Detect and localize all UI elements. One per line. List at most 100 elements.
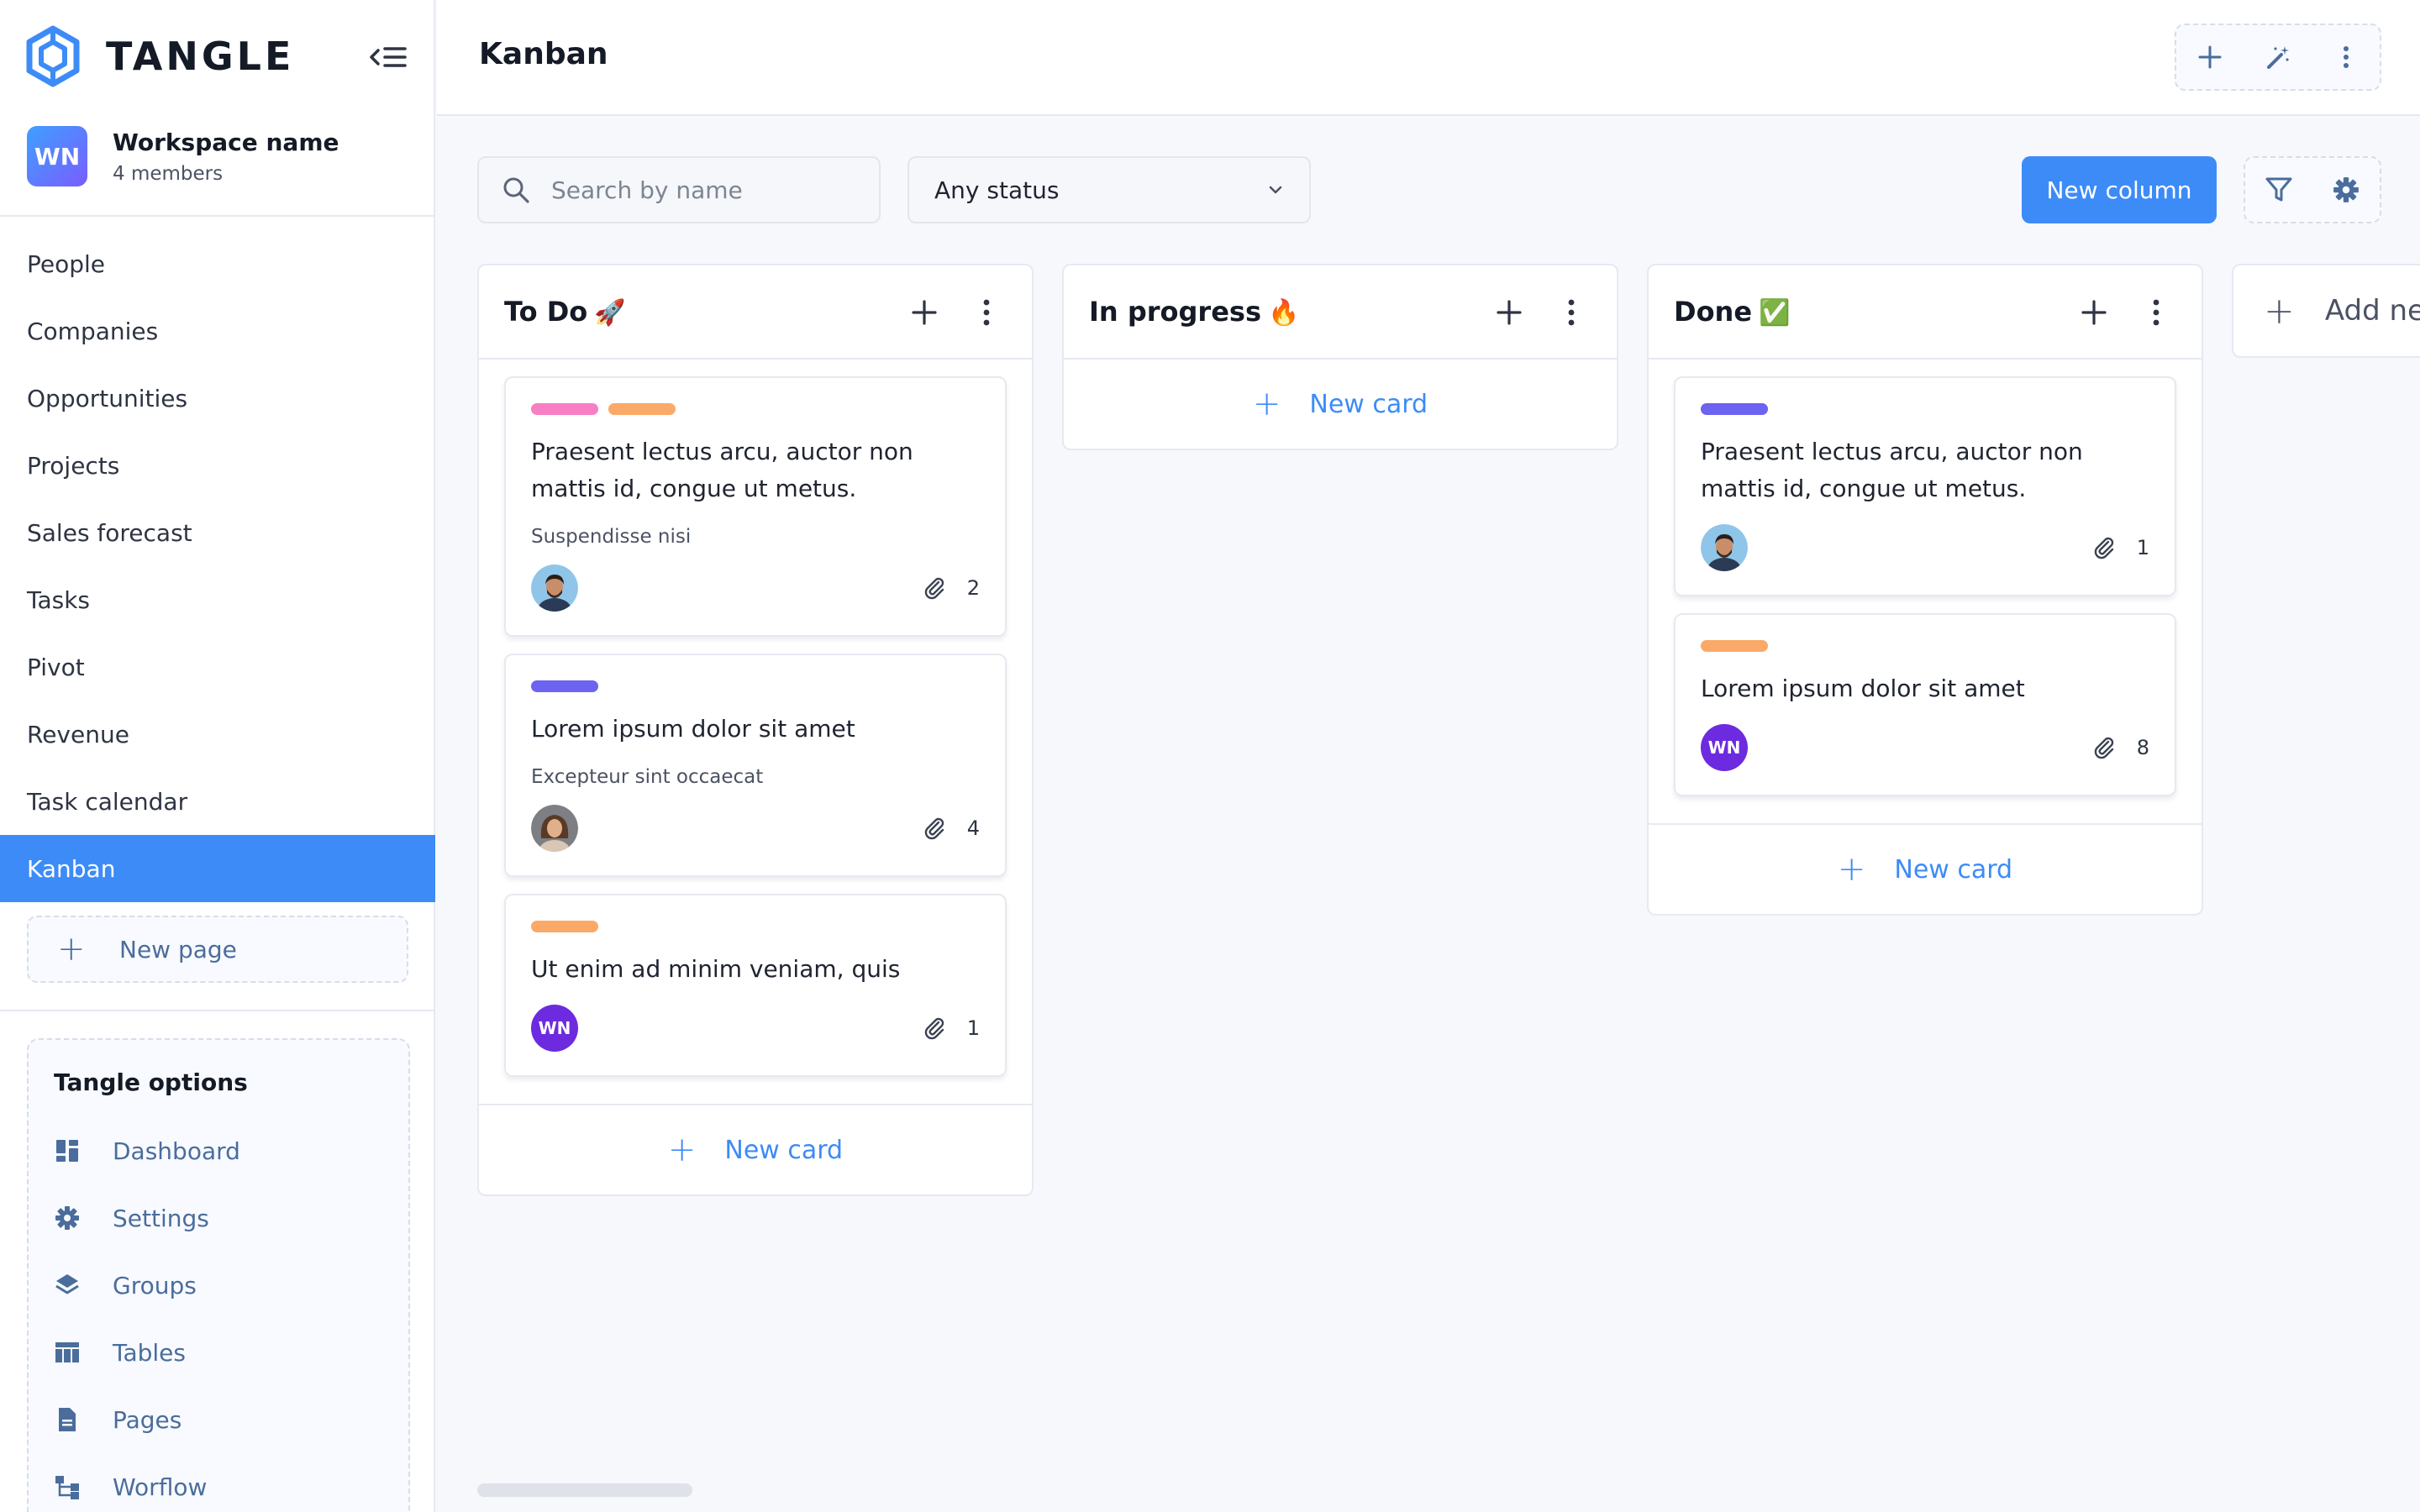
attachment-number: 1 <box>966 1016 980 1040</box>
chevron-down-icon <box>1269 186 1282 194</box>
sidebar-item-revenue[interactable]: Revenue <box>0 701 435 768</box>
new-page-button[interactable]: + New page <box>27 916 408 983</box>
search-input[interactable] <box>551 176 871 204</box>
card-footer: WN 8 <box>1701 724 2149 771</box>
option-label: Worflow <box>113 1473 208 1501</box>
collapse-sidebar-icon[interactable] <box>368 40 408 74</box>
new-card-button[interactable]: + New card <box>479 1104 1032 1194</box>
add-card-icon[interactable] <box>2074 292 2114 333</box>
new-card-button[interactable]: + New card <box>1649 823 2202 914</box>
sidebar-item-companies[interactable]: Companies <box>0 297 435 365</box>
search-icon <box>503 177 529 203</box>
sidebar-item-pivot[interactable]: Pivot <box>0 633 435 701</box>
card-footer: WN 1 <box>531 1005 980 1052</box>
sidebar-item-projects[interactable]: Projects <box>0 432 435 499</box>
sidebar-item-opportunities[interactable]: Opportunities <box>0 365 435 432</box>
option-dashboard[interactable]: Dashboard <box>54 1117 240 1184</box>
add-icon[interactable] <box>2186 34 2233 81</box>
new-page-label: New page <box>119 935 237 963</box>
new-card-label: New card <box>1309 389 1428 419</box>
more-vertical-icon[interactable] <box>1551 292 1591 333</box>
attachment-count: 4 <box>922 816 980 841</box>
tangle-options-panel: Tangle options Dashboard Settings Groups… <box>27 1038 410 1512</box>
option-settings[interactable]: Settings <box>54 1184 240 1252</box>
brand: TANGLE <box>25 25 294 87</box>
sidebar-item-people[interactable]: People <box>0 230 435 297</box>
workspace-members: 4 members <box>113 162 224 185</box>
sidebar-item-task-calendar[interactable]: Task calendar <box>0 768 435 835</box>
more-vertical-icon[interactable] <box>2323 34 2370 81</box>
option-label: Dashboard <box>113 1137 240 1165</box>
avatar[interactable] <box>531 564 578 612</box>
card-tags <box>1701 615 2149 652</box>
status-filter-select[interactable]: Any status <box>908 156 1311 223</box>
kanban-card[interactable]: Praesent lectus arcu, auctor non mattis … <box>504 376 1007 637</box>
attachment-count: 2 <box>922 575 980 601</box>
gear-icon <box>55 1206 79 1230</box>
paperclip-icon <box>2094 537 2113 559</box>
horizontal-scrollbar[interactable] <box>477 1483 692 1497</box>
topbar: Kanban <box>437 0 2420 116</box>
tag-purple <box>531 680 598 692</box>
sidebar-item-sales-forecast[interactable]: Sales forecast <box>0 499 435 566</box>
avatar[interactable] <box>531 805 578 852</box>
card-title: Praesent lectus arcu, auctor non mattis … <box>1701 438 2083 502</box>
workspace-avatar: WN <box>27 126 87 186</box>
add-card-icon[interactable] <box>904 292 944 333</box>
option-worflow[interactable]: Worflow <box>54 1453 240 1512</box>
new-column-button[interactable]: New column <box>2022 156 2217 223</box>
column-done: Done ✅ Praesent lectus arcu, auctor non m… <box>1647 264 2203 916</box>
new-card-button[interactable]: + New card <box>1064 360 1617 449</box>
workspace-switcher[interactable]: WN Workspace name 4 members <box>27 126 339 186</box>
magic-wand-icon[interactable] <box>2254 34 2302 81</box>
plus-icon: + <box>1252 385 1281 423</box>
kanban-card[interactable]: Praesent lectus arcu, auctor non mattis … <box>1674 376 2176 596</box>
status-filter-value: Any status <box>934 176 1060 204</box>
attachment-number: 1 <box>2136 536 2149 559</box>
sidebar-divider <box>0 1010 435 1011</box>
avatar[interactable]: WN <box>1701 724 1748 771</box>
option-tables[interactable]: Tables <box>54 1319 240 1386</box>
plus-icon: + <box>667 1131 697 1169</box>
workspace-info: Workspace name 4 members <box>113 129 339 185</box>
paperclip-icon <box>924 1017 944 1040</box>
plus-icon: + <box>1837 850 1866 889</box>
sidebar-divider <box>0 215 435 217</box>
card-title: Lorem ipsum dolor sit amet <box>1701 675 2025 702</box>
workflow-icon <box>55 1476 79 1499</box>
gear-icon[interactable] <box>2323 166 2370 213</box>
layers-icon <box>55 1274 79 1294</box>
page-title: Kanban <box>479 37 608 71</box>
card-tags <box>531 655 980 692</box>
more-vertical-icon[interactable] <box>966 292 1007 333</box>
rocket-icon: 🚀 <box>594 298 626 328</box>
filter-icon[interactable] <box>2255 166 2302 213</box>
plus-icon: + <box>57 930 86 969</box>
add-new-column-button[interactable]: + Add ne <box>2232 264 2420 358</box>
option-pages[interactable]: Pages <box>54 1386 240 1453</box>
kanban-card[interactable]: Ut enim ad minim veniam, quis WN 1 <box>504 894 1007 1077</box>
sidebar-item-tasks[interactable]: Tasks <box>0 566 435 633</box>
options-list: Dashboard Settings Groups Tables Pages W… <box>54 1117 240 1512</box>
tangle-logo-icon <box>26 25 80 87</box>
option-groups[interactable]: Groups <box>54 1252 240 1319</box>
column-header: Done ✅ <box>1649 265 2202 360</box>
attachment-number: 4 <box>966 816 980 840</box>
column-title: To Do 🚀 <box>504 296 626 328</box>
more-vertical-icon[interactable] <box>2136 292 2176 333</box>
avatar[interactable]: WN <box>531 1005 578 1052</box>
page-actions <box>2175 24 2381 91</box>
sidebar-item-kanban[interactable]: Kanban <box>0 835 435 902</box>
brand-name: TANGLE <box>106 34 295 79</box>
dashboard-icon <box>56 1140 78 1162</box>
sidebar-nav: People Companies Opportunities Projects … <box>0 230 435 902</box>
add-column-label: Add ne <box>2324 294 2420 328</box>
column-title-text: To Do <box>504 296 588 328</box>
add-card-icon[interactable] <box>1489 292 1529 333</box>
kanban-card[interactable]: Lorem ipsum dolor sit amet Excepteur sin… <box>504 654 1007 877</box>
kanban-card[interactable]: Lorem ipsum dolor sit amet WN 8 <box>1674 613 2176 796</box>
avatar[interactable] <box>1701 524 1748 571</box>
tag-orange <box>608 403 676 415</box>
column-header: In progress 🔥 <box>1064 265 1617 360</box>
app-root: TANGLE WN Workspace name 4 members Peopl… <box>0 0 2420 1512</box>
